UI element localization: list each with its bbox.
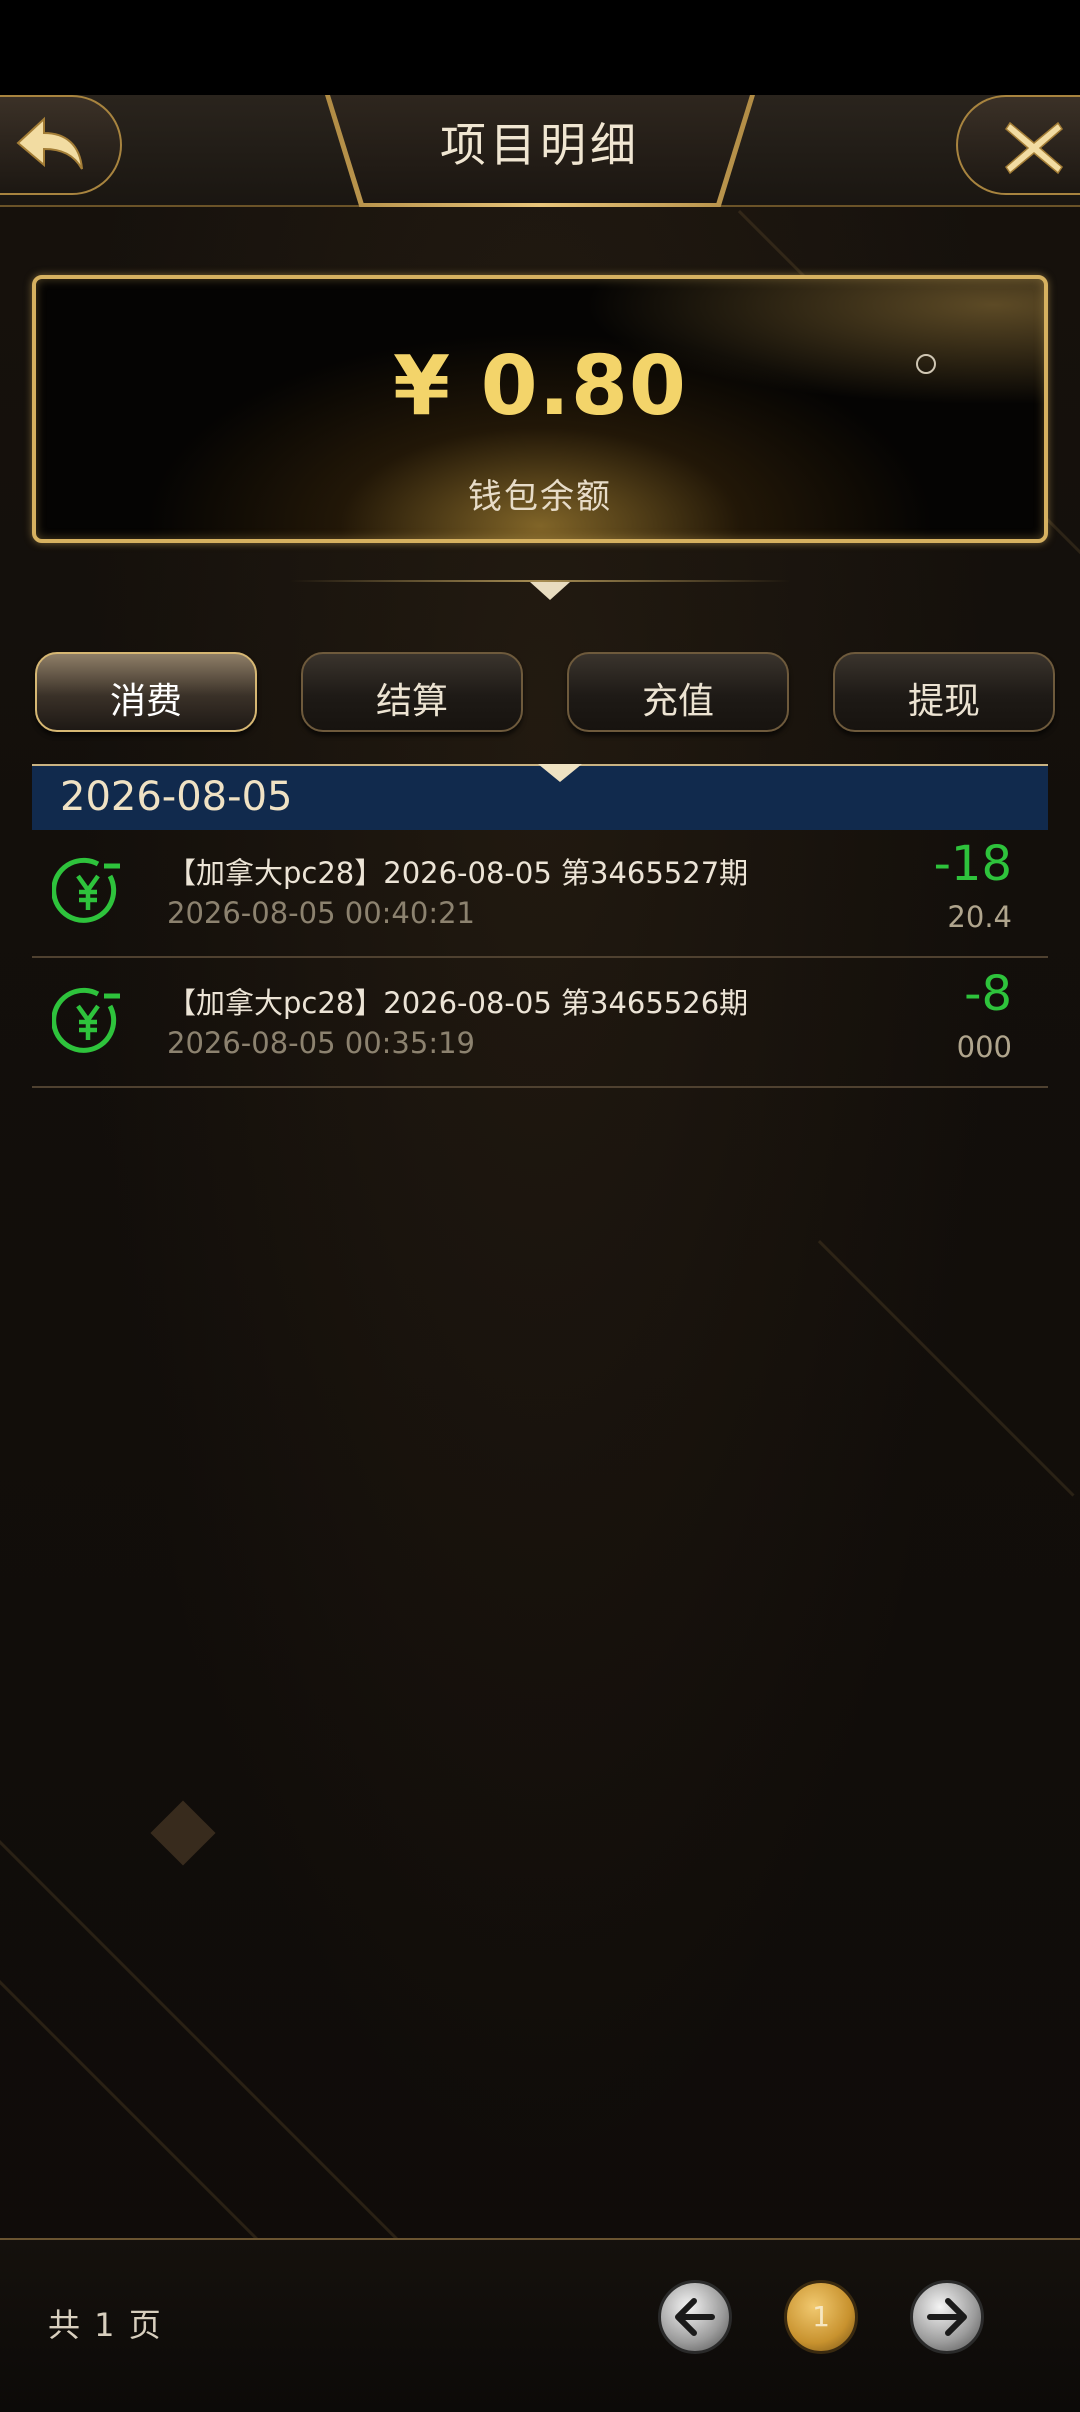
back-arrow-icon [16,116,83,170]
record-balance: 000 [956,1030,1012,1064]
balance-label: 钱包余额 [468,477,612,517]
date-group-label: 2026-08-05 [60,774,293,820]
record-amount: -8 [964,966,1012,1022]
yen-refund-icon [52,987,120,1053]
record-title: 【加拿大pc28】2026-08-05 第3465527期 [167,856,749,890]
decor-line [817,1240,1075,1497]
record-time: 2026-08-05 00:40:21 [167,896,475,930]
record-row[interactable]: 【加拿大pc28】2026-08-05 第3465526期 2026-08-05… [32,958,1048,1088]
record-amount: -18 [933,836,1012,892]
record-title: 【加拿大pc28】2026-08-05 第3465526期 [167,986,749,1020]
yen-refund-icon [52,857,120,923]
page-title: 项目明细 [440,118,640,172]
pagination-bar: 共 1 页 1 [0,2238,1080,2412]
prev-page-button[interactable] [658,2280,732,2354]
ring-icon [916,354,936,374]
close-button[interactable] [956,95,1080,195]
next-page-button[interactable] [910,2280,984,2354]
back-button[interactable] [0,95,122,195]
tab-withdraw[interactable]: 提现 [833,652,1055,732]
date-bar-triangle [538,764,582,782]
current-page-button[interactable]: 1 [784,2280,858,2354]
record-time: 2026-08-05 00:35:19 [167,1026,475,1060]
tab-recharge[interactable]: 充值 [567,652,789,732]
arrow-left-icon [675,2298,715,2336]
arrow-right-icon [927,2298,967,2336]
status-bar [0,0,1080,95]
balance-amount: ¥ 0.80 [393,339,687,434]
balance-card: ¥ 0.80 钱包余额 [32,275,1048,543]
close-icon [1005,121,1063,175]
tab-consume[interactable]: 消费 [35,652,257,732]
screen: 项目明细 ¥ 0.80 钱包余额 消费 结算 充值 提现 2026-08-05 … [0,0,1080,2412]
record-balance: 20.4 [947,900,1012,934]
divider-triangle [530,582,570,600]
tab-settlement[interactable]: 结算 [301,652,523,732]
record-row[interactable]: 【加拿大pc28】2026-08-05 第3465527期 2026-08-05… [32,828,1048,958]
decor-diamond [150,1800,216,1866]
page-count: 共 1 页 [48,2306,163,2344]
